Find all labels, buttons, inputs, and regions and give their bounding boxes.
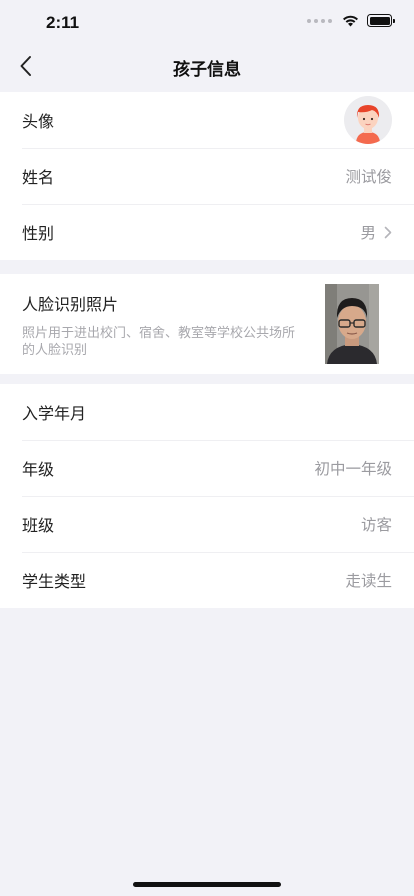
- school-section: 入学年月 年级 初中一年级 班级 访客 学生类型 走读生: [0, 384, 414, 608]
- class-label: 班级: [22, 516, 55, 535]
- face-photo-section: 人脸识别照片 照片用于进出校门、宿舍、教室等学校公共场所的人脸识别: [0, 274, 414, 374]
- face-photo[interactable]: [325, 284, 379, 364]
- face-photo-description: 照片用于进出校门、宿舍、教室等学校公共场所的人脸识别: [22, 326, 296, 358]
- gender-value-wrap: 男: [360, 221, 392, 243]
- grade-value: 初中一年级: [314, 460, 392, 478]
- status-bar: 2:11: [0, 0, 414, 44]
- wifi-icon: [343, 15, 358, 26]
- face-photo-row[interactable]: 人脸识别照片 照片用于进出校门、宿舍、教室等学校公共场所的人脸识别: [0, 274, 414, 374]
- enrollment-row: 入学年月: [0, 384, 414, 440]
- name-row: 姓名 测试俊: [0, 148, 414, 204]
- student-type-value: 走读生: [345, 572, 392, 590]
- name-value: 测试俊: [345, 168, 392, 186]
- student-type-label: 学生类型: [22, 572, 87, 591]
- class-row: 班级 访客: [0, 496, 414, 552]
- page-title: 孩子信息: [173, 60, 241, 80]
- navigation-bar: 孩子信息: [0, 44, 414, 88]
- gender-row[interactable]: 性别 男: [0, 204, 414, 260]
- child-avatar-icon: [344, 96, 392, 144]
- class-value: 访客: [360, 516, 392, 534]
- status-icons: [307, 14, 395, 27]
- signal-icon: [307, 18, 332, 23]
- avatar-row[interactable]: 头像: [0, 92, 414, 148]
- chevron-right-icon: [384, 226, 392, 239]
- name-label: 姓名: [22, 168, 55, 187]
- avatar[interactable]: [344, 96, 392, 144]
- avatar-label: 头像: [22, 112, 55, 131]
- status-time: 2:11: [46, 13, 80, 32]
- grade-label: 年级: [22, 460, 55, 479]
- home-indicator[interactable]: [133, 882, 281, 887]
- gender-value: 男: [360, 224, 376, 242]
- gender-label: 性别: [22, 224, 55, 243]
- grade-row: 年级 初中一年级: [0, 440, 414, 496]
- student-type-row: 学生类型 走读生: [0, 552, 414, 608]
- profile-section: 头像 姓名 测试俊 性别 男: [0, 92, 414, 260]
- face-photo-image: [325, 284, 379, 364]
- enrollment-label: 入学年月: [22, 404, 87, 423]
- face-photo-label: 人脸识别照片: [22, 295, 119, 314]
- battery-icon: [367, 14, 395, 27]
